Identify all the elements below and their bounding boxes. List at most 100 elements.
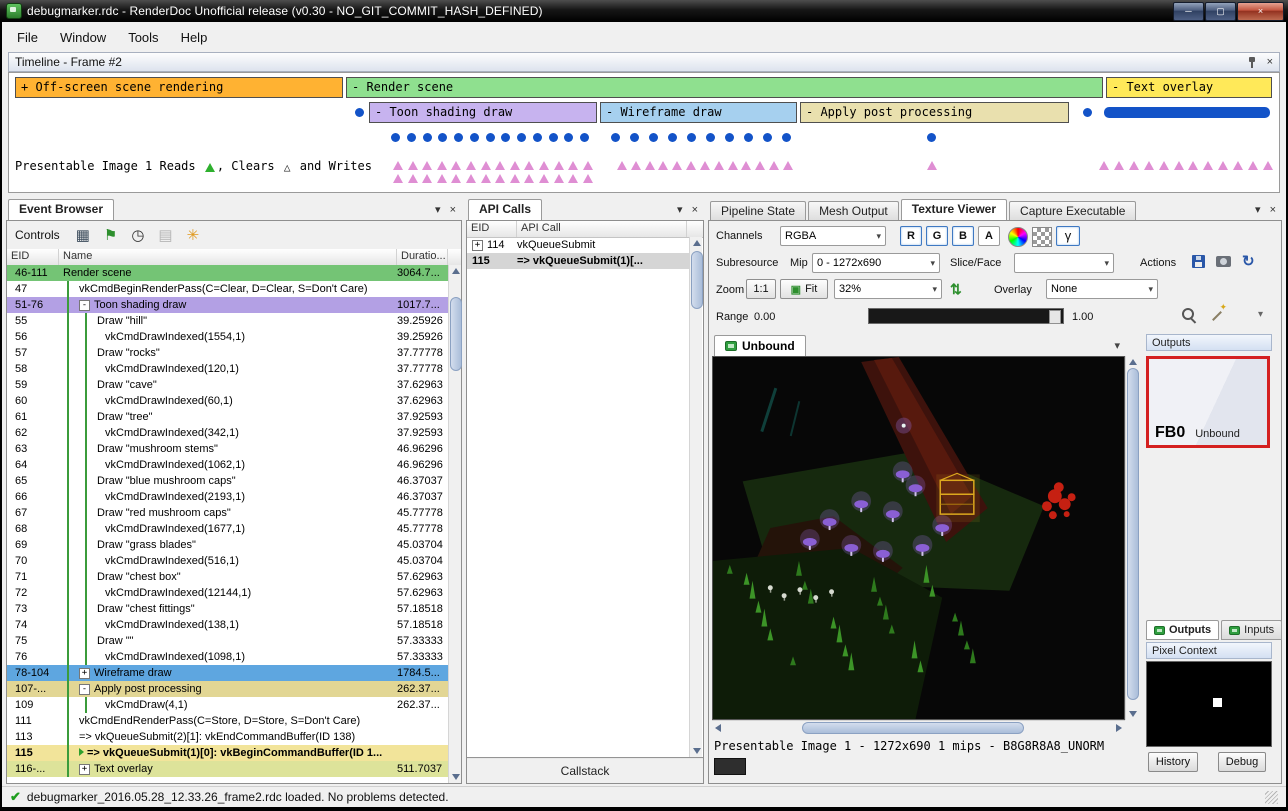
panel-close-icon[interactable]: × (1270, 204, 1276, 216)
tab-unbound-texture[interactable]: Unbound (714, 335, 806, 356)
magnifier-icon[interactable] (1182, 308, 1197, 323)
time-draws-icon[interactable]: ◷ (131, 228, 144, 243)
timeline-header[interactable]: Timeline - Frame #2 × (8, 52, 1280, 72)
event-row[interactable]: 107-...-Apply post processing262.37... (7, 681, 448, 697)
pin-icon[interactable] (1247, 57, 1257, 68)
event-row[interactable]: 64vkCmdDrawIndexed(1062,1)46.96296 (7, 457, 448, 473)
texture-list-chevron-icon[interactable]: ▾ (1114, 339, 1128, 356)
maximize-button[interactable]: ▢ (1205, 2, 1236, 21)
timeline-band[interactable]: + Off-screen scene rendering (15, 77, 343, 98)
panel-menu-icon[interactable]: ▾ (435, 203, 441, 216)
gamma-button[interactable]: γ (1056, 226, 1080, 246)
usage-triangles[interactable] (393, 161, 593, 170)
save-icon[interactable] (1192, 255, 1205, 268)
fb0-thumbnail[interactable]: FB0 Unbound (1146, 356, 1270, 448)
timeline-band[interactable]: - Wireframe draw (600, 102, 797, 123)
expander-icon[interactable]: - (79, 684, 90, 695)
event-row[interactable]: 76vkCmdDrawIndexed(1098,1)57.33333 (7, 649, 448, 665)
minimize-button[interactable]: ─ (1173, 2, 1204, 21)
panel-menu-icon[interactable]: ▾ (1255, 203, 1261, 216)
event-row[interactable]: 62vkCmdDrawIndexed(342,1)37.92593 (7, 425, 448, 441)
event-row[interactable]: 55Draw "hill"39.25926 (7, 313, 448, 329)
panel-menu-icon[interactable]: ▾ (677, 203, 683, 216)
bookmark-flag-icon[interactable]: ⚑ (104, 228, 117, 243)
snapshot-icon[interactable] (1216, 256, 1231, 267)
api-calls-scrollbar[interactable] (689, 237, 702, 757)
event-row[interactable]: 59Draw "cave"37.62963 (7, 377, 448, 393)
event-row[interactable]: 116-...+Text overlay511.7037 (7, 761, 448, 777)
column-header[interactable]: Duratio... (397, 249, 448, 265)
event-row[interactable]: 78-104+Wireframe draw1784.5... (7, 665, 448, 681)
history-button[interactable]: History (1148, 752, 1198, 772)
usage-triangles[interactable] (927, 161, 939, 170)
draw-marker-bar[interactable] (1104, 107, 1270, 118)
toolbar-overflow-icon[interactable]: ▾ (1258, 309, 1263, 320)
color-wheel-icon[interactable] (1008, 227, 1028, 247)
range-slider[interactable] (868, 308, 1064, 324)
timeline-band[interactable]: - Toon shading draw (369, 102, 597, 123)
column-header[interactable]: EID (467, 221, 517, 237)
event-row[interactable]: 58vkCmdDrawIndexed(120,1)37.77778 (7, 361, 448, 377)
event-row[interactable]: 61Draw "tree"37.92593 (7, 409, 448, 425)
draw-marker-dots[interactable] (355, 108, 364, 117)
menu-file[interactable]: File (6, 25, 49, 50)
usage-triangles[interactable] (393, 174, 593, 183)
tab-outputs[interactable]: Outputs (1146, 620, 1219, 640)
api-call-row[interactable]: +114vkQueueSubmit (467, 237, 689, 253)
channels-dropdown[interactable]: RGBA▾ (780, 226, 886, 246)
timeline-toggle-icon[interactable]: ▦ (76, 228, 90, 243)
tab-api-calls[interactable]: API Calls (468, 199, 542, 220)
draw-marker-dots[interactable] (927, 133, 936, 142)
event-browser-scrollbar[interactable] (448, 265, 461, 783)
event-row[interactable]: 47vkCmdBeginRenderPass(C=Clear, D=Clear,… (7, 281, 448, 297)
timeline-band[interactable]: - Apply post processing (800, 102, 1069, 123)
column-header[interactable]: EID (7, 249, 59, 265)
expander-icon[interactable]: + (79, 764, 90, 775)
channel-r-button[interactable]: R (900, 226, 922, 246)
resize-grip[interactable] (1265, 791, 1278, 804)
event-row[interactable]: 111vkCmdEndRenderPass(C=Store, D=Store, … (7, 713, 448, 729)
tab-event-browser[interactable]: Event Browser (8, 199, 114, 220)
tab-inputs[interactable]: Inputs (1221, 620, 1282, 640)
menu-help[interactable]: Help (170, 25, 219, 50)
stats-icon[interactable]: ▤ (158, 228, 172, 243)
callstack-section[interactable]: Callstack (467, 757, 703, 783)
range-slider-handle[interactable] (1049, 310, 1061, 324)
channel-a-button[interactable]: A (978, 226, 1000, 246)
tab-capture-executable[interactable]: Capture Executable (1009, 201, 1136, 220)
event-row[interactable]: 60vkCmdDrawIndexed(60,1)37.62963 (7, 393, 448, 409)
texture-display[interactable] (712, 356, 1125, 720)
settings-star-icon[interactable]: ✳ (187, 228, 200, 243)
draw-marker-dots[interactable] (1083, 108, 1092, 117)
event-row[interactable]: 46-111Render scene3064.7... (7, 265, 448, 281)
event-row[interactable]: 75Draw ""57.33333 (7, 633, 448, 649)
event-row[interactable]: 69Draw "grass blades"45.03704 (7, 537, 448, 553)
autofit-wand-icon[interactable]: ✦ (1210, 306, 1226, 322)
column-header[interactable]: API Call (517, 221, 687, 237)
menu-tools[interactable]: Tools (117, 25, 169, 50)
usage-triangles[interactable] (1099, 161, 1273, 170)
flip-y-icon[interactable]: ⇅ (950, 281, 962, 298)
event-row[interactable]: 115=> vkQueueSubmit(1)[0]: vkBeginComman… (7, 745, 448, 761)
event-row[interactable]: 74vkCmdDrawIndexed(138,1)57.18518 (7, 617, 448, 633)
event-row[interactable]: 65Draw "blue mushroom caps"46.37037 (7, 473, 448, 489)
event-row[interactable]: 72vkCmdDrawIndexed(12144,1)57.62963 (7, 585, 448, 601)
expander-icon[interactable]: + (79, 668, 90, 679)
draw-marker-dots[interactable] (391, 133, 589, 142)
event-row[interactable]: 56vkCmdDrawIndexed(1554,1)39.25926 (7, 329, 448, 345)
texture-vscrollbar[interactable] (1125, 356, 1138, 720)
timeline-close-icon[interactable]: × (1267, 56, 1273, 68)
channel-b-button[interactable]: B (952, 226, 974, 246)
channel-g-button[interactable]: G (926, 226, 948, 246)
expander-icon[interactable]: - (79, 300, 90, 311)
overlay-dropdown[interactable]: None▾ (1046, 279, 1158, 299)
event-row[interactable]: 71Draw "chest box"57.62963 (7, 569, 448, 585)
api-call-row[interactable]: 115=> vkQueueSubmit(1)[... (467, 253, 689, 269)
event-row[interactable]: 68vkCmdDrawIndexed(1677,1)45.77778 (7, 521, 448, 537)
timeline-band[interactable]: - Render scene (346, 77, 1103, 98)
panel-close-icon[interactable]: × (450, 204, 456, 216)
expander-icon[interactable]: + (472, 240, 483, 251)
event-row[interactable]: 109vkCmdDraw(4,1)262.37... (7, 697, 448, 713)
texture-hscrollbar[interactable] (712, 720, 1125, 733)
slice-face-dropdown[interactable]: ▾ (1014, 253, 1114, 273)
